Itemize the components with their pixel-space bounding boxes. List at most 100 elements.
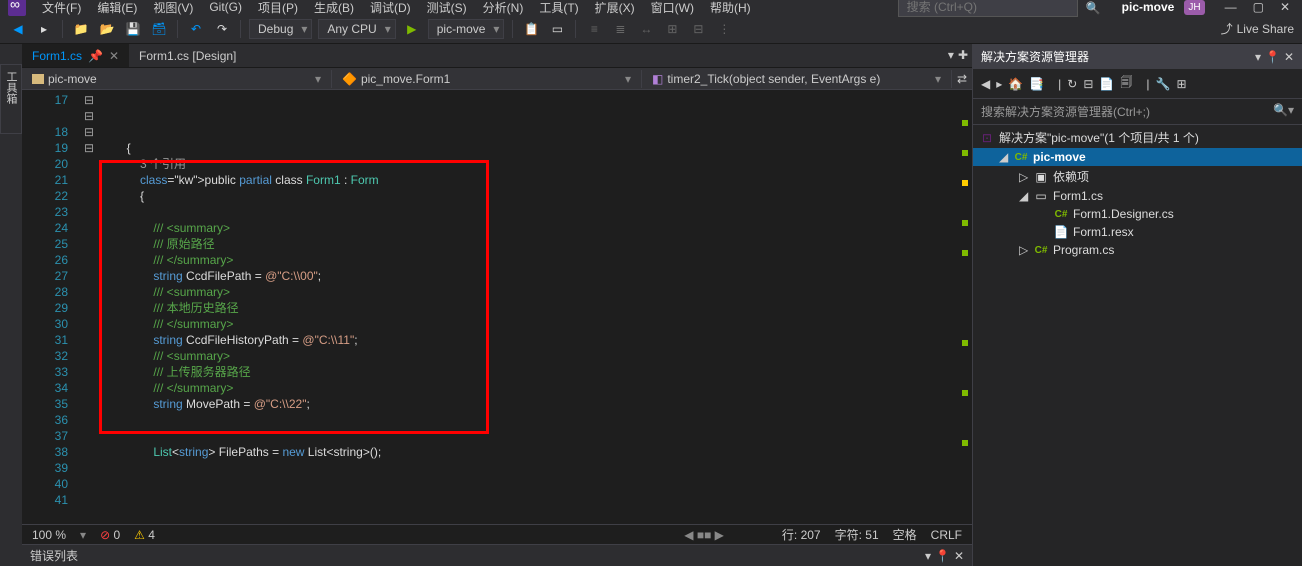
panel-close-icon[interactable]: ✕ — [1284, 50, 1294, 64]
sol-collapse-icon[interactable]: ⊟ — [1083, 77, 1093, 91]
error-list-panel[interactable]: 错误列表 ▾ 📍 ✕ — [22, 544, 972, 566]
menu-build[interactable]: 生成(B) — [308, 0, 360, 18]
tb-icon-4[interactable]: ≣ — [610, 19, 630, 39]
menu-project[interactable]: 项目(P) — [252, 0, 304, 18]
nav-back-icon[interactable]: ◀ — [8, 19, 28, 39]
sol-back-icon[interactable]: ◀ — [981, 77, 990, 91]
warning-count[interactable]: ⚠ 4 — [134, 528, 155, 542]
maximize-icon[interactable]: ▢ — [1249, 0, 1268, 18]
menu-window[interactable]: 窗口(W) — [645, 0, 700, 18]
toolbox-panel[interactable]: 工具箱 — [0, 64, 22, 134]
vs-logo — [8, 0, 26, 16]
program-node[interactable]: ▷ C# Program.cs — [973, 241, 1302, 259]
cs-file-icon: C# — [1033, 245, 1049, 256]
menu-edit[interactable]: 编辑(E) — [91, 0, 143, 18]
crumb-project[interactable]: pic-move — [22, 70, 332, 88]
menu-tools[interactable]: 工具(T) — [533, 0, 584, 18]
menu-file[interactable]: 文件(F) — [36, 0, 87, 18]
search-icon[interactable]: 🔍 — [1086, 1, 1098, 13]
project-node[interactable]: ◢ C# pic-move — [973, 148, 1302, 166]
split-editor-icon[interactable]: ⇄ — [952, 72, 972, 86]
tb-icon-6[interactable]: ⊞ — [662, 19, 682, 39]
error-list-label: 错误列表 — [30, 547, 78, 564]
expand-icon[interactable]: ▷ — [1019, 170, 1029, 184]
menu-analyze[interactable]: 分析(N) — [477, 0, 530, 18]
user-badge[interactable]: JH — [1184, 0, 1204, 15]
platform-dropdown[interactable]: Any CPU — [318, 19, 395, 39]
cursor-col: 字符: 51 — [835, 526, 879, 543]
sol-fwd-icon[interactable]: ▸ — [996, 77, 1002, 91]
encoding[interactable]: CRLF — [931, 528, 962, 542]
breadcrumb-bar: pic-move 🔶 pic_move.Form1 ◧ timer2_Tick(… — [22, 68, 972, 90]
panel-dropdown-icon[interactable]: ▾ — [925, 549, 931, 563]
crumb-method[interactable]: ◧ timer2_Tick(object sender, EventArgs e… — [642, 70, 952, 88]
menu-help[interactable]: 帮助(H) — [704, 0, 757, 18]
deps-node[interactable]: ▷ ▣ 依赖项 — [973, 166, 1302, 187]
crumb-class[interactable]: 🔶 pic_move.Form1 — [332, 70, 642, 88]
panel-dropdown-icon[interactable]: ▾ — [1255, 50, 1261, 64]
undo-icon[interactable]: ↶ — [186, 19, 206, 39]
expand-icon[interactable]: ◢ — [1019, 189, 1029, 203]
tb-icon-3[interactable]: ≡ — [584, 19, 604, 39]
start-icon[interactable]: ▶ — [402, 19, 422, 39]
expand-icon[interactable]: ▷ — [1019, 243, 1029, 257]
resx-node[interactable]: 📄 Form1.resx — [973, 223, 1302, 241]
search-dropdown-icon[interactable]: 🔍▾ — [1273, 103, 1294, 120]
line-numbers: 17 1819202122232425262728293031323334353… — [22, 90, 82, 524]
deps-icon: ▣ — [1033, 170, 1049, 184]
sol-refresh-icon[interactable]: ↻ — [1067, 77, 1077, 91]
tb-icon-7[interactable]: ⊟ — [688, 19, 708, 39]
new-project-icon[interactable]: 📁 — [71, 19, 91, 39]
minimize-icon[interactable]: — — [1221, 0, 1241, 18]
tb-icon-2[interactable]: ▭ — [547, 19, 567, 39]
solution-search[interactable]: 搜索解决方案资源管理器(Ctrl+;) 🔍▾ — [973, 99, 1302, 125]
sol-view-icon[interactable]: ⊞ — [1176, 77, 1186, 91]
menu-git[interactable]: Git(G) — [203, 0, 248, 16]
form1-node[interactable]: ◢ ▭ Form1.cs — [973, 187, 1302, 205]
live-share-button[interactable]: ⤴ Live Share — [1221, 20, 1294, 37]
cursor-line: 行: 207 — [782, 526, 821, 543]
tab-form1-cs[interactable]: Form1.cs 📌 ✕ — [22, 44, 129, 67]
sol-wrench-icon[interactable]: 🔧 — [1156, 77, 1171, 91]
menu-view[interactable]: 视图(V) — [147, 0, 199, 18]
panel-pin-icon[interactable]: 📍 — [1265, 50, 1280, 64]
pin-icon[interactable]: 📌 — [88, 49, 103, 63]
tb-icon-5[interactable]: ↔ — [636, 19, 656, 39]
close-icon[interactable]: ✕ — [1276, 0, 1294, 18]
ins-mode[interactable]: 空格 — [893, 526, 917, 543]
tab-dropdown-icon[interactable]: ▾ — [948, 48, 954, 63]
save-icon[interactable]: 💾 — [123, 19, 143, 39]
tb-icon-8[interactable]: ⋮ — [714, 19, 734, 39]
zoom-level[interactable]: 100 % — [32, 528, 66, 542]
sol-home-icon[interactable]: 🏠 — [1008, 77, 1023, 91]
menu-ext[interactable]: 扩展(X) — [589, 0, 641, 18]
panel-close-icon[interactable]: ✕ — [954, 549, 964, 563]
sol-props-icon[interactable]: 🗐 — [1120, 73, 1132, 94]
tab-form1-design[interactable]: Form1.cs [Design] — [129, 44, 246, 67]
start-dropdown[interactable]: pic-move — [428, 19, 505, 39]
designer-node[interactable]: C# Form1.Designer.cs — [973, 205, 1302, 223]
live-share-icon: ⤴ — [1221, 20, 1233, 37]
sol-sync-icon[interactable]: 📑 — [1029, 77, 1044, 91]
nav-fwd-icon[interactable]: ▸ — [34, 19, 54, 39]
solution-tree: ⊡ 解决方案"pic-move"(1 个项目/共 1 个) ◢ C# pic-m… — [973, 125, 1302, 566]
redo-icon[interactable]: ↷ — [212, 19, 232, 39]
expand-icon[interactable]: ◢ — [999, 150, 1009, 164]
search-input[interactable] — [898, 0, 1078, 17]
save-all-icon[interactable]: 🗃 — [149, 19, 169, 39]
error-count[interactable]: ⊘ 0 — [100, 528, 120, 542]
sol-show-all-icon[interactable]: 📄 — [1099, 77, 1114, 91]
menu-debug[interactable]: 调试(D) — [364, 0, 417, 18]
code-editor[interactable]: { 3 个引用 class="kw">public partial class … — [96, 90, 958, 524]
tab-close-icon[interactable]: ✕ — [109, 49, 119, 63]
open-icon[interactable]: 📂 — [97, 19, 117, 39]
fold-gutter[interactable]: ⊟⊟⊟⊟ — [82, 90, 96, 524]
tb-icon-1[interactable]: 📋 — [521, 19, 541, 39]
panel-pin-icon[interactable]: 📍 — [935, 549, 950, 563]
solution-icon: ⊡ — [979, 131, 995, 145]
config-dropdown[interactable]: Debug — [249, 19, 312, 39]
split-icon[interactable]: ✚ — [958, 48, 968, 63]
solution-node[interactable]: ⊡ 解决方案"pic-move"(1 个项目/共 1 个) — [973, 127, 1302, 148]
minimap[interactable] — [958, 90, 972, 524]
menu-test[interactable]: 测试(S) — [421, 0, 473, 18]
